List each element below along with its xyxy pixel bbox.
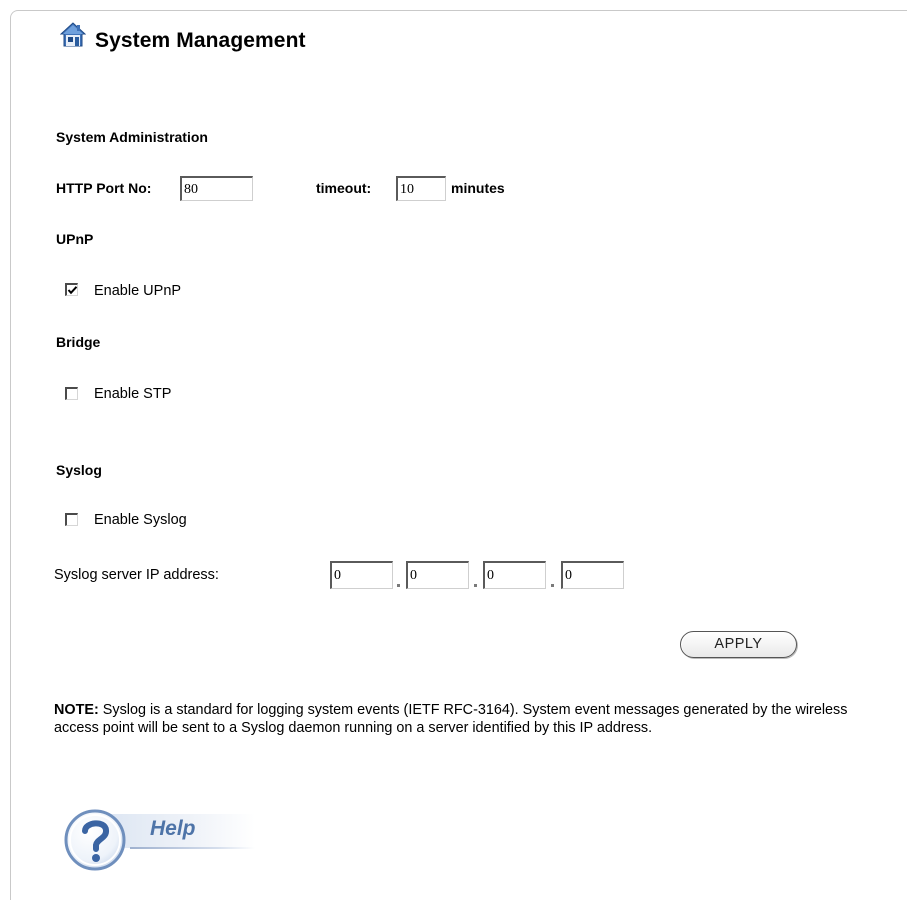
apply-button[interactable]: APPLY xyxy=(680,631,797,658)
syslog-ip-octet-1[interactable] xyxy=(330,561,393,589)
ip-separator-dot xyxy=(474,584,477,587)
page-title: System Management xyxy=(95,29,306,52)
http-port-input[interactable] xyxy=(180,176,253,201)
http-port-label: HTTP Port No: xyxy=(56,180,152,196)
checkmark-icon xyxy=(67,286,78,295)
ip-separator-dot xyxy=(397,584,400,587)
syslog-server-ip-label: Syslog server IP address: xyxy=(54,567,219,583)
ip-separator-dot xyxy=(551,584,554,587)
timeout-input[interactable] xyxy=(396,176,446,201)
section-heading-system-administration: System Administration xyxy=(56,129,208,145)
enable-syslog-checkbox[interactable] xyxy=(65,513,78,526)
enable-stp-checkbox[interactable] xyxy=(65,387,78,400)
syslog-ip-octet-2[interactable] xyxy=(406,561,469,589)
help-link[interactable]: Help xyxy=(150,817,196,841)
section-heading-bridge: Bridge xyxy=(56,334,101,350)
section-heading-syslog: Syslog xyxy=(56,462,102,478)
note-text: Syslog is a standard for logging system … xyxy=(54,702,848,736)
timeout-label: timeout: xyxy=(316,180,372,196)
timeout-unit-label: minutes xyxy=(451,180,505,196)
section-heading-upnp: UPnP xyxy=(56,231,94,247)
help-banner-underline xyxy=(130,847,255,849)
enable-syslog-label: Enable Syslog xyxy=(94,512,187,528)
enable-upnp-checkbox[interactable] xyxy=(65,283,78,296)
enable-upnp-label: Enable UPnP xyxy=(94,283,182,299)
syslog-ip-octet-4[interactable] xyxy=(561,561,624,589)
question-mark-icon[interactable] xyxy=(63,807,133,877)
enable-stp-label: Enable STP xyxy=(94,386,172,402)
syslog-ip-octet-3[interactable] xyxy=(483,561,546,589)
home-icon xyxy=(60,22,86,47)
syslog-note: NOTE: Syslog is a standard for logging s… xyxy=(54,701,894,737)
note-prefix: NOTE: xyxy=(54,702,99,718)
